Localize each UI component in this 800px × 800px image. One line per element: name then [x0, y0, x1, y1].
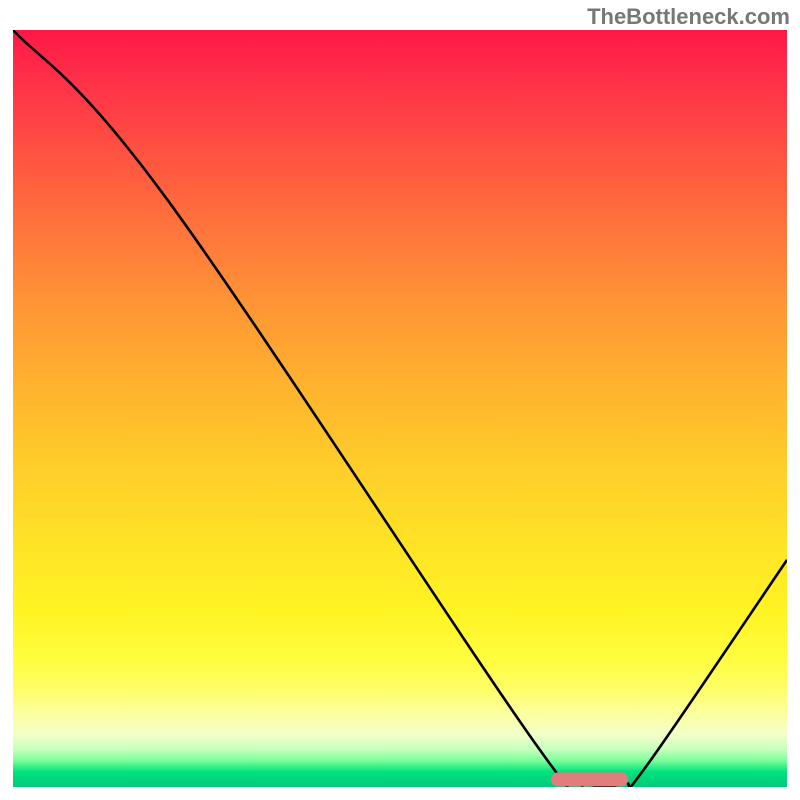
chart-container: TheBottleneck.com [0, 0, 800, 800]
curve-path [13, 30, 787, 787]
optimal-marker-rect [551, 772, 628, 786]
optimal-marker [551, 772, 628, 786]
plot-area [13, 30, 787, 787]
watermark-text: TheBottleneck.com [587, 4, 790, 30]
curve-layer [13, 30, 787, 787]
bottleneck-curve-line [13, 30, 787, 787]
